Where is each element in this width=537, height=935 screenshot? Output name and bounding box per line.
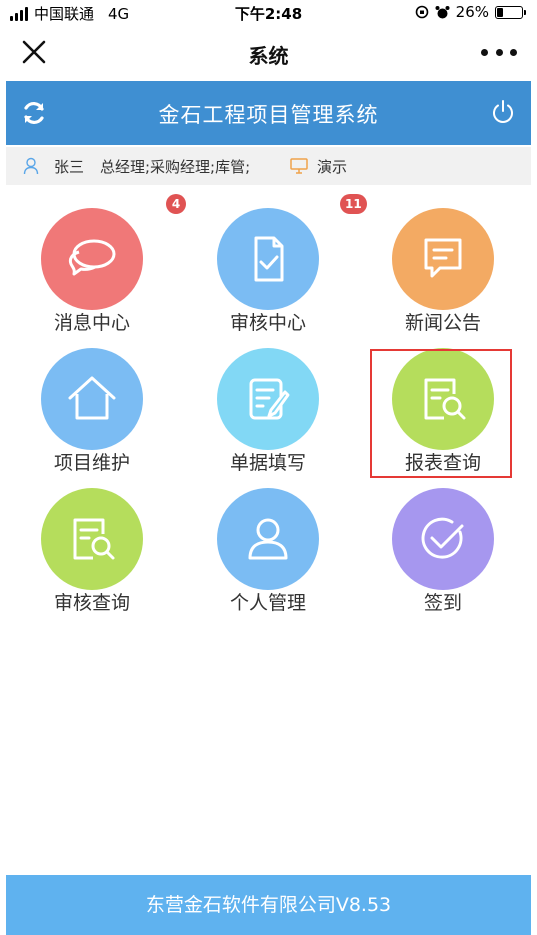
badge-messages: 4 <box>166 194 186 214</box>
battery-icon <box>495 5 526 19</box>
alarm-icon <box>435 5 450 18</box>
chat-bubbles-icon <box>68 239 116 276</box>
check-circle-icon <box>421 517 464 559</box>
menu-form-entry[interactable]: 单据填写 <box>193 346 343 476</box>
menu-check-in[interactable]: 签到 <box>368 486 518 616</box>
mode-label: 演示 <box>317 158 348 176</box>
menu-personal[interactable]: 个人管理 <box>193 486 343 616</box>
menu-circle <box>217 348 319 450</box>
battery-fill <box>497 7 503 17</box>
rotation-lock-icon <box>415 5 428 19</box>
menu-circle <box>41 488 143 590</box>
person-icon <box>248 518 288 560</box>
highlight-box <box>370 349 512 478</box>
status-right: 26% <box>415 3 526 21</box>
home-icon <box>68 376 116 420</box>
app-title: 金石工程项目管理系统 <box>158 103 379 127</box>
menu-circle <box>41 208 143 310</box>
menu-project-maintenance[interactable]: 项目维护 <box>17 346 167 476</box>
doc-search-icon <box>73 518 115 560</box>
menu-label: 个人管理 <box>229 592 306 614</box>
menu-label: 消息中心 <box>53 312 130 334</box>
nav-title: 系统 <box>248 44 289 68</box>
menu-label: 新闻公告 <box>404 312 481 334</box>
doc-check-icon <box>254 236 284 282</box>
menu-circle <box>217 208 319 310</box>
menu-label: 单据填写 <box>229 452 306 474</box>
power-icon[interactable] <box>489 98 517 126</box>
monitor-icon <box>290 158 308 174</box>
status-bar: 中国联通 4G 下午2:48 26% <box>0 0 537 26</box>
battery-percent: 26% <box>455 3 489 21</box>
app-header: 金石工程项目管理系统 <box>6 81 531 145</box>
user-name: 张三 <box>54 158 85 176</box>
menu-news[interactable]: 新闻公告 <box>368 206 518 336</box>
nav-bar: 系统 <box>0 26 537 78</box>
user-roles: 总经理;采购经理;库管; <box>100 158 251 176</box>
message-icon <box>424 238 462 278</box>
menu-label: 审核中心 <box>229 312 306 334</box>
more-options-icon[interactable] <box>481 38 517 66</box>
menu-audit-query[interactable]: 审核查询 <box>17 486 167 616</box>
menu-audit-center[interactable]: 审核中心 <box>193 206 343 336</box>
menu-circle <box>392 208 494 310</box>
menu-circle <box>41 348 143 450</box>
badge-audit: 11 <box>340 194 367 214</box>
menu-circle <box>392 488 494 590</box>
menu-circle <box>217 488 319 590</box>
menu-label: 签到 <box>423 592 462 614</box>
user-bar: 张三 总经理;采购经理;库管; 演示 <box>6 147 531 185</box>
menu-label: 项目维护 <box>53 452 130 474</box>
menu-label: 审核查询 <box>53 592 130 614</box>
footer: 东营金石软件有限公司V8.53 <box>6 875 531 935</box>
edit-doc-icon <box>249 378 290 420</box>
user-icon <box>23 157 39 175</box>
menu-messages[interactable]: 消息中心 <box>17 206 167 336</box>
